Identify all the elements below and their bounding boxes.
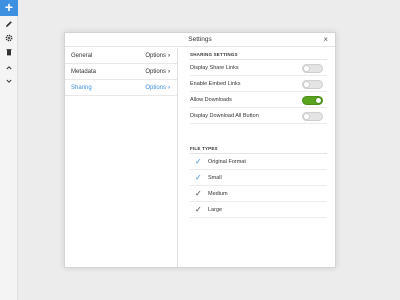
allow-downloads-toggle[interactable]	[302, 96, 323, 105]
sharing-settings-panel: SHARING SETTINGS Display Share Links Ena…	[179, 48, 335, 267]
nav-item-general[interactable]: General Options ›	[65, 48, 177, 64]
enable-embed-links-toggle[interactable]	[302, 80, 323, 89]
display-share-links-toggle[interactable]	[302, 64, 323, 73]
trash-icon[interactable]	[0, 46, 18, 60]
setting-label: Enable Embed Links	[190, 81, 241, 87]
app-sidebar: +	[0, 0, 18, 300]
setting-label: Display Share Links	[190, 65, 239, 71]
checkmark-icon: ✓	[195, 157, 202, 166]
checkmark-icon: ✓	[195, 189, 202, 198]
nav-item-label: General	[71, 53, 93, 59]
nav-item-metadata[interactable]: Metadata Options ›	[65, 64, 177, 80]
nav-item-options: Options ›	[145, 69, 170, 75]
chevron-down-icon[interactable]	[0, 75, 18, 89]
file-type-label: Original Format	[208, 159, 246, 165]
display-download-all-toggle[interactable]	[302, 112, 323, 121]
file-type-label: Large	[208, 207, 223, 213]
chevron-right-icon: ›	[168, 69, 170, 75]
add-button[interactable]: +	[0, 0, 18, 16]
setting-allow-downloads: Allow Downloads	[190, 92, 327, 108]
file-type-label: Medium	[208, 191, 228, 197]
file-type-large[interactable]: ✓ Large	[190, 202, 327, 218]
nav-item-options: Options ›	[145, 85, 170, 91]
setting-label: Allow Downloads	[190, 97, 232, 103]
settings-nav: General Options › Metadata Options › Shari…	[65, 48, 178, 267]
section-title-file-types: FILE TYPES	[190, 142, 327, 154]
setting-display-download-all: Display Download All Button	[190, 108, 327, 124]
checkmark-icon: ✓	[195, 173, 202, 182]
nav-item-label: Metadata	[71, 69, 97, 75]
pencil-icon[interactable]	[0, 18, 18, 32]
checkmark-icon: ✓	[195, 205, 202, 214]
nav-item-sharing[interactable]: Sharing Options ›	[65, 80, 177, 96]
plus-icon: +	[4, 0, 14, 15]
dialog-title: Settings	[188, 36, 212, 43]
close-icon[interactable]: ×	[323, 33, 328, 47]
nav-item-label: Sharing	[71, 85, 92, 91]
setting-display-share-links: Display Share Links	[190, 60, 327, 76]
chevron-up-icon[interactable]	[0, 62, 18, 76]
file-type-small[interactable]: ✓ Small	[190, 170, 327, 186]
settings-dialog: Settings × General Options › Metadata Opt…	[64, 32, 336, 268]
setting-enable-embed-links: Enable Embed Links	[190, 76, 327, 92]
section-title-sharing: SHARING SETTINGS	[190, 48, 327, 60]
nav-item-options: Options ›	[145, 53, 170, 59]
gear-icon[interactable]	[0, 32, 18, 46]
dialog-header: Settings ×	[65, 33, 335, 47]
file-type-original-format[interactable]: ✓ Original Format	[190, 154, 327, 170]
setting-label: Display Download All Button	[190, 113, 259, 119]
chevron-right-icon: ›	[168, 85, 170, 91]
file-type-medium[interactable]: ✓ Medium	[190, 186, 327, 202]
file-type-label: Small	[208, 175, 222, 181]
chevron-right-icon: ›	[168, 53, 170, 59]
